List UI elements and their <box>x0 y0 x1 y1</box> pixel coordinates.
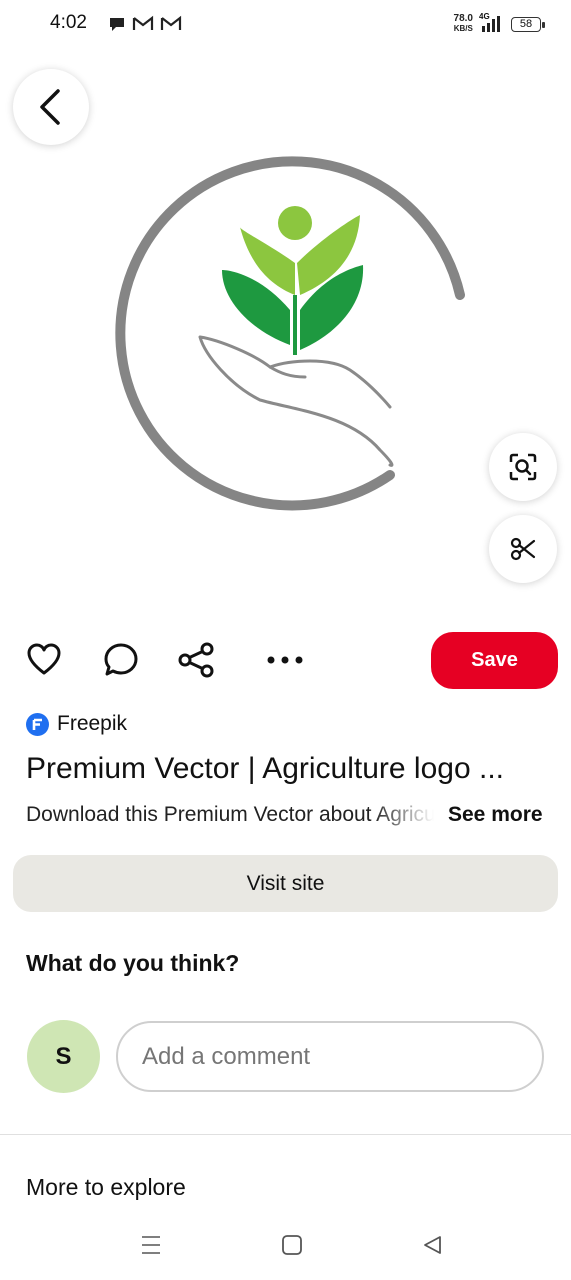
triangle-back-icon <box>424 1236 441 1254</box>
share-icon <box>178 642 214 678</box>
gmail-icon <box>160 15 182 30</box>
more-options-button[interactable] <box>265 640 305 680</box>
like-button[interactable] <box>24 640 64 680</box>
visual-search-button[interactable] <box>489 433 557 501</box>
pin-title: Premium Vector | Agriculture logo ... <box>26 752 504 785</box>
square-icon <box>282 1235 302 1255</box>
network-speed: 78.0 KB/S <box>454 14 473 34</box>
status-right: 78.0 KB/S 4G 58 <box>454 12 545 34</box>
back-button[interactable] <box>13 69 89 145</box>
visit-site-button[interactable]: Visit site <box>13 855 558 912</box>
divider <box>0 1134 571 1135</box>
system-back-button[interactable] <box>412 1226 452 1264</box>
comment-input[interactable]: Add a comment <box>116 1021 544 1092</box>
more-dots-icon <box>267 656 303 664</box>
battery-icon: 58 <box>511 16 545 32</box>
chat-bubble-icon <box>110 18 124 31</box>
comment-button[interactable] <box>101 640 141 680</box>
notification-icons <box>108 14 182 34</box>
scissors-icon <box>510 537 536 561</box>
cutout-button[interactable] <box>489 515 557 583</box>
avatar[interactable]: S <box>27 1020 100 1093</box>
more-to-explore-heading: More to explore <box>26 1174 186 1200</box>
network-speed-value: 78.0 <box>453 13 473 24</box>
pin-description: Download this Premium Vector about Agric… <box>26 803 434 826</box>
menu-lines-icon <box>142 1236 160 1254</box>
pin-source[interactable]: Freepik <box>26 712 127 736</box>
source-name: Freepik <box>57 712 128 735</box>
comment-bubble-icon <box>104 643 138 676</box>
share-button[interactable] <box>176 640 216 680</box>
comments-heading: What do you think? <box>26 950 240 976</box>
see-more-link[interactable]: See more <box>448 803 543 827</box>
freepik-logo-icon <box>26 712 49 736</box>
heart-icon <box>27 643 61 675</box>
save-button[interactable]: Save <box>431 632 558 689</box>
chevron-left-icon <box>40 89 60 125</box>
gmail-icon <box>132 15 154 30</box>
home-button[interactable] <box>272 1226 312 1264</box>
signal-icon: 4G <box>479 12 505 34</box>
status-time: 4:02 <box>50 12 87 33</box>
lens-search-icon <box>509 453 537 481</box>
network-speed-unit: KB/S <box>453 24 473 33</box>
pin-image[interactable] <box>90 145 480 525</box>
recent-apps-button[interactable] <box>131 1226 171 1264</box>
